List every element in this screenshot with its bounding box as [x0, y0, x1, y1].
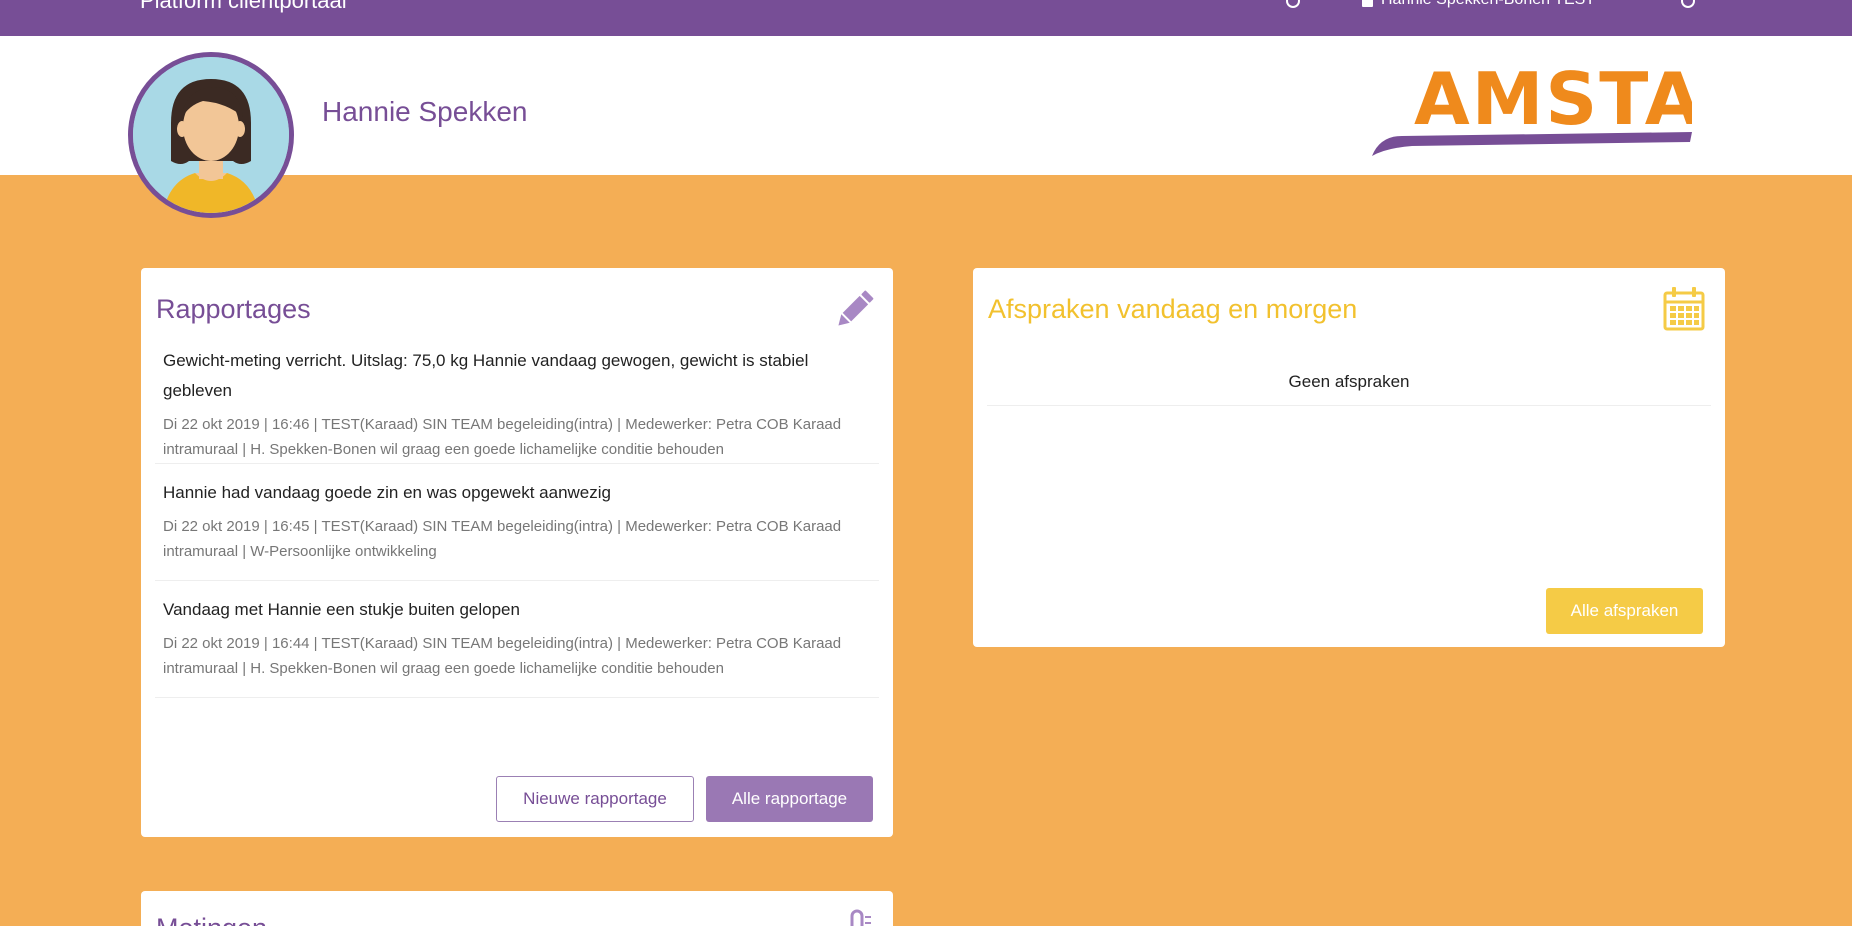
- rapportages-card: Rapportages Gewicht-meting verricht. Uit…: [141, 268, 893, 837]
- amsta-logo: AMSTA: [1372, 52, 1700, 160]
- metingen-card: Metingen: [141, 891, 893, 926]
- report-item[interactable]: Hannie had vandaag goede zin en was opge…: [155, 464, 879, 581]
- thermometer-icon: [850, 909, 871, 926]
- top-navbar: Platform cliëntportaal Hannie Spekken-Bo…: [0, 0, 1852, 36]
- client-name: Hannie Spekken: [322, 96, 528, 127]
- no-appointments-text: Geen afspraken: [987, 370, 1711, 406]
- report-text: Hannie had vandaag goede zin en was opge…: [163, 483, 611, 502]
- help-icon[interactable]: [1286, 0, 1300, 8]
- all-reports-button[interactable]: Alle rapportage: [706, 776, 873, 822]
- pencil-icon[interactable]: [834, 290, 874, 330]
- document-icon: [1362, 0, 1373, 7]
- client-avatar: [128, 52, 294, 218]
- metingen-title: Metingen: [156, 913, 267, 926]
- new-report-button[interactable]: Nieuwe rapportage: [496, 776, 694, 822]
- report-item[interactable]: Vandaag met Hannie een stukje buiten gel…: [155, 581, 879, 698]
- afspraken-title: Afspraken vandaag en morgen: [988, 294, 1358, 324]
- afspraken-card: Afspraken vandaag en morgen Geen afsprak…: [973, 268, 1725, 647]
- user-menu[interactable]: Hannie Spekken-Bonen TEST: [1362, 0, 1595, 8]
- avatar-illustration: [133, 57, 289, 213]
- report-item[interactable]: Gewicht-meting verricht. Uitslag: 75,0 k…: [155, 346, 879, 464]
- portal-brand[interactable]: Platform cliëntportaal: [140, 0, 347, 12]
- user-name-label: Hannie Spekken-Bonen TEST: [1381, 0, 1595, 8]
- report-text: Gewicht-meting verricht. Uitslag: 75,0 k…: [163, 351, 809, 400]
- rapportages-title: Rapportages: [156, 294, 311, 324]
- all-appointments-button[interactable]: Alle afspraken: [1546, 588, 1703, 634]
- report-text: Vandaag met Hannie een stukje buiten gel…: [163, 600, 520, 619]
- report-meta: Di 22 okt 2019 | 16:46 | TEST(Karaad) SI…: [163, 416, 842, 458]
- calendar-icon: [1663, 287, 1705, 331]
- report-meta: Di 22 okt 2019 | 16:45 | TEST(Karaad) SI…: [163, 518, 842, 560]
- logo-text: AMSTA: [1414, 57, 1692, 141]
- report-meta: Di 22 okt 2019 | 16:44 | TEST(Karaad) SI…: [163, 635, 842, 677]
- settings-icon[interactable]: [1681, 0, 1695, 8]
